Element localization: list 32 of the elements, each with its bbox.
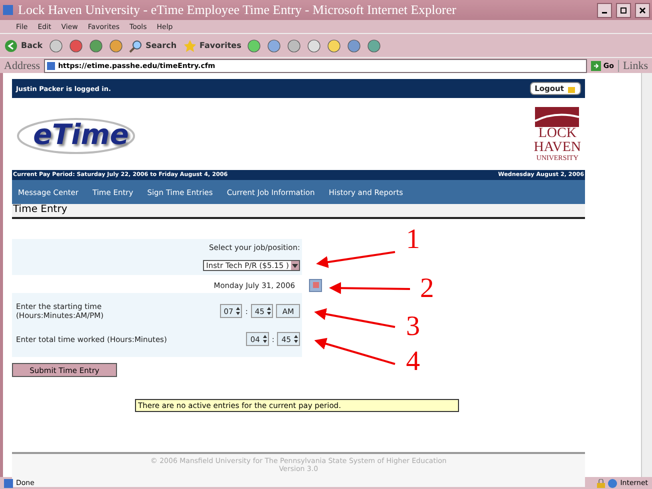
maximize-button[interactable] [616, 2, 631, 18]
spinner-icon[interactable] [293, 334, 299, 344]
links-button[interactable]: Links [618, 60, 648, 72]
browser-icon [2, 4, 14, 16]
annotation-number: 4 [406, 348, 420, 376]
globe-icon [608, 478, 618, 488]
page-icon [4, 478, 13, 488]
lock-icon [597, 478, 606, 488]
favorites-button[interactable]: Favorites [182, 38, 242, 52]
page-icon [47, 62, 56, 70]
annotation-number: 2 [420, 275, 434, 303]
minimize-button[interactable] [597, 2, 612, 18]
window-title: Lock Haven University - eTime Employee Time Entry - Microsoft Internet Explorer [18, 2, 458, 18]
calendar-button[interactable] [309, 278, 322, 292]
go-arrow-icon [591, 60, 602, 70]
spinner-icon[interactable] [262, 334, 268, 344]
star-icon [182, 38, 197, 52]
maximize-icon [620, 6, 627, 14]
close-button[interactable] [635, 2, 650, 18]
page-heading: Time Entry [12, 204, 585, 219]
spinner-icon[interactable] [235, 306, 242, 316]
lock-icon [567, 84, 576, 93]
address-label: Address [4, 60, 40, 72]
caret-icon [292, 264, 298, 268]
close-icon [639, 6, 646, 14]
spinner-icon[interactable] [266, 306, 272, 316]
search-button[interactable]: Search [128, 38, 177, 52]
calendar-icon [312, 282, 318, 288]
back-button[interactable]: Back [4, 38, 43, 52]
annotation-number: 1 [406, 226, 420, 254]
annotation-number: 3 [406, 313, 420, 341]
search-icon [128, 38, 143, 52]
